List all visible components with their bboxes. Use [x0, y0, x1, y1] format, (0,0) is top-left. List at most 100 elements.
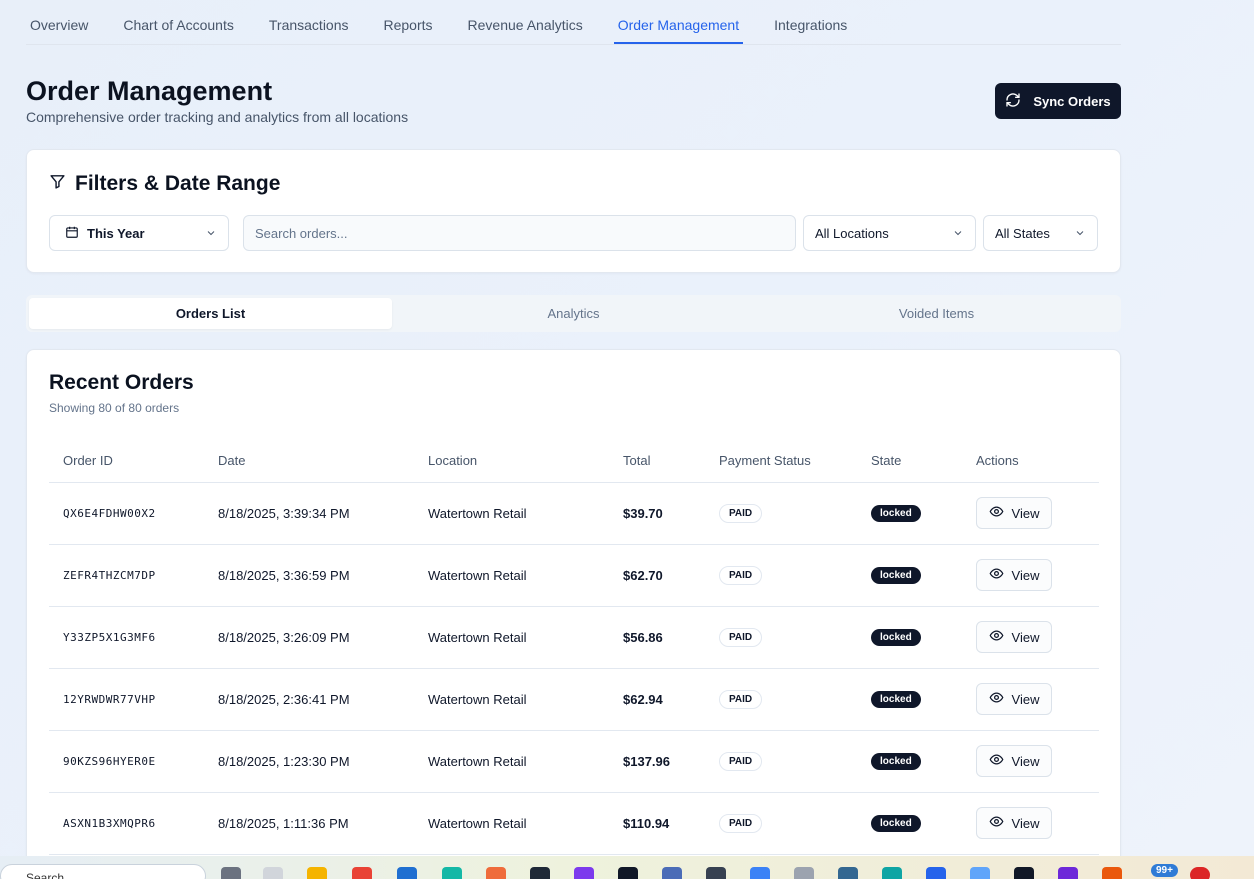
database-icon[interactable] — [794, 867, 814, 879]
column-header[interactable]: Date — [204, 439, 414, 483]
search-orders-field — [243, 215, 796, 251]
view-label: View — [1011, 691, 1040, 707]
state-select[interactable]: All States — [983, 215, 1098, 251]
app-icon[interactable] — [838, 867, 858, 879]
tab-analytics[interactable]: Analytics — [392, 298, 755, 329]
filters-card: Filters & Date Range This Year All Locat… — [26, 149, 1121, 273]
app-icon[interactable] — [882, 867, 902, 879]
terminal-icon[interactable] — [706, 867, 726, 879]
view-label: View — [1011, 815, 1040, 831]
eye-icon — [989, 504, 1004, 522]
column-header[interactable]: Payment Status — [705, 439, 857, 483]
eye-icon — [989, 814, 1004, 832]
date-range-select[interactable]: This Year — [49, 215, 229, 251]
order-id: 90KZS96HYER0E — [49, 730, 204, 793]
sync-orders-button[interactable]: Sync Orders — [995, 83, 1121, 119]
app-icon[interactable] — [970, 867, 990, 879]
app-icon[interactable] — [442, 867, 462, 879]
payment-status-badge: PAID — [719, 627, 763, 647]
order-id: Y33ZP5X1G3MF6 — [49, 606, 204, 669]
order-date: 8/18/2025, 1:23:30 PM — [204, 730, 414, 793]
app-icon[interactable] — [574, 867, 594, 879]
state-badge: locked — [871, 629, 921, 646]
search-input[interactable] — [255, 225, 784, 241]
recent-orders-card: Recent Orders Showing 80 of 80 orders Or… — [26, 349, 1121, 879]
app-icon[interactable] — [926, 867, 946, 879]
order-date: 8/18/2025, 3:26:09 PM — [204, 606, 414, 669]
filter-icon — [49, 172, 66, 196]
view-order-button[interactable]: View — [976, 683, 1052, 715]
payment-status-badge: PAID — [719, 813, 763, 833]
column-header[interactable]: Location — [414, 439, 609, 483]
tab-orders-list[interactable]: Orders List — [29, 298, 392, 329]
app-icon[interactable] — [662, 867, 682, 879]
page-title: Order Management — [26, 76, 273, 106]
table-row: 12YRWDWR77VHP 8/18/2025, 2:36:41 PM Wate… — [49, 668, 1099, 731]
order-total: $56.86 — [609, 606, 705, 669]
page-subtitle: Comprehensive order tracking and analyti… — [26, 109, 409, 125]
chevron-down-icon — [1074, 227, 1086, 239]
tab-chart-of-accounts[interactable]: Chart of Accounts — [119, 17, 238, 44]
view-order-button[interactable]: View — [976, 559, 1052, 591]
tab-integrations[interactable]: Integrations — [770, 17, 851, 44]
filters-heading: Filters & Date Range — [49, 172, 280, 196]
app-icon[interactable] — [221, 867, 241, 879]
tab-order-management[interactable]: Order Management — [613, 17, 744, 44]
state-badge: locked — [871, 567, 921, 584]
view-order-button[interactable]: View — [976, 621, 1052, 653]
order-total: $39.70 — [609, 482, 705, 545]
app-icon[interactable] — [750, 867, 770, 879]
mail-icon[interactable] — [397, 867, 417, 879]
app-icon[interactable] — [1190, 867, 1210, 879]
column-header[interactable]: Total — [609, 439, 705, 483]
order-date: 8/18/2025, 3:36:59 PM — [204, 544, 414, 607]
app-icon[interactable] — [530, 867, 550, 879]
orders-count: Showing 80 of 80 orders — [49, 401, 180, 415]
payment-status-badge: PAID — [719, 503, 763, 523]
eye-icon — [989, 628, 1004, 646]
view-order-button[interactable]: View — [976, 807, 1052, 839]
order-location: Watertown Retail — [414, 792, 609, 855]
order-id: 12YRWDWR77VHP — [49, 668, 204, 731]
order-location: Watertown Retail — [414, 482, 609, 545]
order-location: Watertown Retail — [414, 730, 609, 793]
tab-transactions[interactable]: Transactions — [265, 17, 353, 44]
order-total: $62.94 — [609, 668, 705, 731]
app-icon[interactable] — [263, 867, 283, 879]
taskbar-search-label: Search — [26, 871, 65, 879]
location-value: All Locations — [815, 225, 889, 241]
refresh-icon — [1005, 92, 1021, 111]
app-icon[interactable] — [1102, 867, 1122, 879]
app-icon[interactable] — [1014, 867, 1034, 879]
state-value: All States — [995, 225, 1050, 241]
order-date: 8/18/2025, 3:39:34 PM — [204, 482, 414, 545]
orders-table: Order ID Date Location Total Payment Sta… — [49, 439, 1099, 855]
app-icon[interactable] — [486, 867, 506, 879]
filters-title: Filters & Date Range — [75, 172, 281, 195]
column-header[interactable]: Order ID — [49, 439, 204, 483]
taskbar-search[interactable]: Search — [0, 864, 206, 879]
tab-voided-items[interactable]: Voided Items — [755, 298, 1118, 329]
order-id: QX6E4FDHW00X2 — [49, 482, 204, 545]
tab-reports[interactable]: Reports — [380, 17, 437, 44]
order-date: 8/18/2025, 2:36:41 PM — [204, 668, 414, 731]
tab-revenue-analytics[interactable]: Revenue Analytics — [464, 17, 587, 44]
view-order-button[interactable]: View — [976, 745, 1052, 777]
view-label: View — [1011, 629, 1040, 645]
app-icon[interactable] — [1058, 867, 1078, 879]
order-id: ZEFR4THZCM7DP — [49, 544, 204, 607]
table-row: 90KZS96HYER0E 8/18/2025, 1:23:30 PM Wate… — [49, 730, 1099, 793]
location-select[interactable]: All Locations — [803, 215, 976, 251]
tab-overview[interactable]: Overview — [26, 17, 92, 44]
folder-icon[interactable] — [307, 867, 327, 879]
browser-icon[interactable] — [352, 867, 372, 879]
top-nav: Overview Chart of Accounts Transactions … — [26, 0, 1121, 45]
payment-status-badge: PAID — [719, 751, 763, 771]
state-badge: locked — [871, 753, 921, 770]
table-row: ASXN1B3XMQPR6 8/18/2025, 1:11:36 PM Wate… — [49, 792, 1099, 855]
app-icon[interactable] — [618, 867, 638, 879]
view-order-button[interactable]: View — [976, 497, 1052, 529]
calendar-icon — [65, 225, 79, 242]
state-badge: locked — [871, 505, 921, 522]
column-header[interactable]: State — [857, 439, 962, 483]
